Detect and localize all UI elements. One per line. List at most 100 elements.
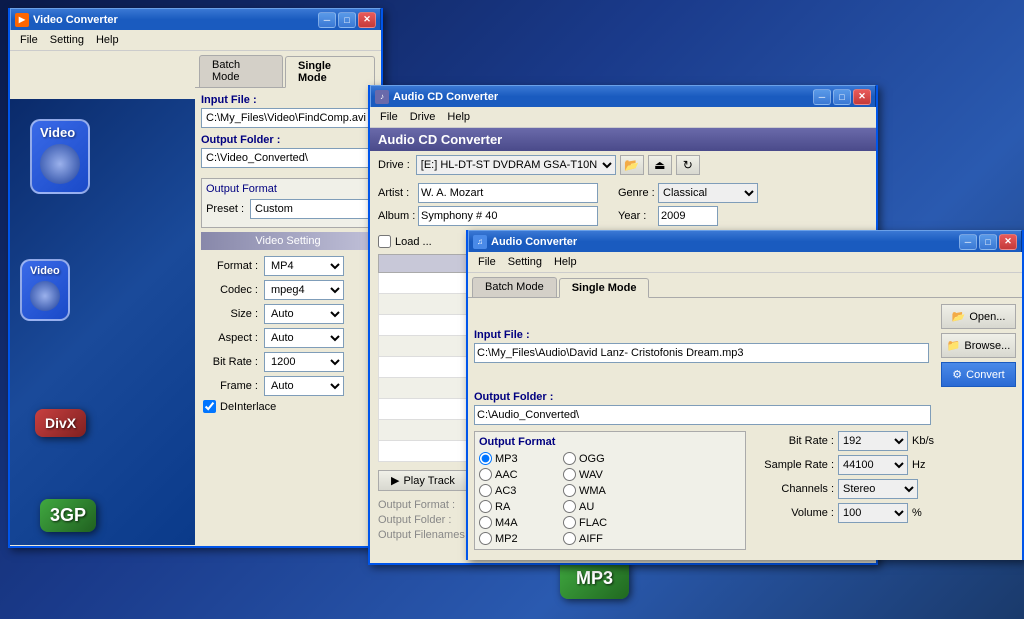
drive-btn-open[interactable]: 📂 <box>620 155 644 175</box>
audio-cd-maximize[interactable]: □ <box>833 89 851 105</box>
bitrate-setting-select[interactable]: 192 128 256 320 <box>838 431 908 451</box>
close-button[interactable]: ✕ <box>358 12 376 28</box>
audio-cd-minimize[interactable]: ─ <box>813 89 831 105</box>
frame-select[interactable]: Auto 25 30 <box>264 376 344 396</box>
aspect-select[interactable]: Auto 4:3 16:9 <box>264 328 344 348</box>
radio-mp3-input[interactable] <box>479 452 492 465</box>
play-track-button[interactable]: ▶ Play Track <box>378 470 468 491</box>
ac-maximize[interactable]: □ <box>979 234 997 250</box>
open-button[interactable]: 📂 Open... <box>941 304 1016 329</box>
output-folder-label: Output Folder : <box>201 134 375 146</box>
radio-au-input[interactable] <box>563 500 576 513</box>
video-badge-2: Video <box>20 259 70 321</box>
ac-minimize[interactable]: ─ <box>959 234 977 250</box>
genre-label: Genre : <box>618 187 658 199</box>
output-format-section: Output Format Preset : <box>201 178 375 228</box>
channels-setting-label: Channels : <box>754 483 834 495</box>
ac-menu-help[interactable]: Help <box>548 254 583 270</box>
ac-input-file[interactable] <box>474 343 929 363</box>
radio-m4a-input[interactable] <box>479 516 492 529</box>
ac-titlebar-buttons: ─ □ ✕ <box>959 234 1017 250</box>
input-file-input[interactable] <box>201 108 375 128</box>
album-field: Album : <box>378 206 598 226</box>
audio-cd-app-icon: ♪ <box>375 90 389 104</box>
radio-wav-label: WAV <box>579 469 603 481</box>
preset-input[interactable] <box>250 199 370 219</box>
menu-help[interactable]: Help <box>90 32 125 48</box>
year-input[interactable] <box>658 206 718 226</box>
radio-wma-input[interactable] <box>563 484 576 497</box>
minimize-button[interactable]: ─ <box>318 12 336 28</box>
ac-output-folder-row: Output Folder : <box>474 391 1016 425</box>
radio-ra-input[interactable] <box>479 500 492 513</box>
codec-select[interactable]: mpeg4 h264 <box>264 280 344 300</box>
ac-close[interactable]: ✕ <box>999 234 1017 250</box>
video-disc-2 <box>30 281 60 311</box>
vc-left-panel: Video Video DivX 3GP <box>10 99 195 545</box>
drive-btn-eject[interactable]: ⏏ <box>648 155 672 175</box>
ac-format-section: Output Format MP3 OGG AAC <box>474 431 746 550</box>
bitrate-row: Bit Rate : 1200 800 1500 <box>203 352 373 372</box>
output-folder-input[interactable] <box>201 148 375 168</box>
ac-tab-batch[interactable]: Batch Mode <box>472 277 557 297</box>
ac-menu-file[interactable]: File <box>472 254 502 270</box>
bitrate-select[interactable]: 1200 800 1500 <box>264 352 344 372</box>
radio-aac-input[interactable] <box>479 468 492 481</box>
album-input[interactable] <box>418 206 598 226</box>
samplerate-setting: Sample Rate : 44100 22050 48000 Hz <box>754 455 1016 475</box>
radio-flac-input[interactable] <box>563 516 576 529</box>
radio-m4a-label: M4A <box>495 517 518 529</box>
ac-tab-single[interactable]: Single Mode <box>559 278 650 298</box>
menu-setting[interactable]: Setting <box>44 32 90 48</box>
samplerate-select[interactable]: 44100 22050 48000 <box>838 455 908 475</box>
radio-mp2: MP2 <box>479 532 559 545</box>
radio-wav-input[interactable] <box>563 468 576 481</box>
ac-content: Input File : 📂 Open... 📁 Browse... ⚙ Con… <box>468 297 1022 560</box>
ac-menu-setting[interactable]: Setting <box>502 254 548 270</box>
convert-button[interactable]: ⚙ Convert <box>941 362 1016 387</box>
genre-select[interactable]: Classical <box>658 183 758 203</box>
ac-format-grid: MP3 OGG AAC WAV <box>479 452 741 545</box>
drive-btn-refresh[interactable]: ↻ <box>676 155 700 175</box>
bitrate-setting: Bit Rate : 192 128 256 320 Kb/s <box>754 431 1016 451</box>
size-select[interactable]: Auto 640x480 <box>264 304 344 324</box>
volume-select[interactable]: 100 80 120 <box>838 503 908 523</box>
radio-m4a: M4A <box>479 516 559 529</box>
audio-converter-window: ♫ Audio Converter ─ □ ✕ File Setting Hel… <box>466 230 1024 560</box>
artist-input[interactable] <box>418 183 598 203</box>
convert-label: Convert <box>966 369 1005 381</box>
aspect-row: Aspect : Auto 4:3 16:9 <box>203 328 373 348</box>
bitrate-unit: Kb/s <box>912 435 934 447</box>
radio-ra-label: RA <box>495 501 510 513</box>
radio-aiff-input[interactable] <box>563 532 576 545</box>
ac-settings-section: Bit Rate : 192 128 256 320 Kb/s Sample R… <box>754 431 1016 554</box>
vc-tab-content: Input File : Output Folder : Output Form… <box>195 87 381 425</box>
video-converter-title: Video Converter <box>33 14 318 26</box>
ac-output-folder[interactable] <box>474 405 931 425</box>
open-label: Open... <box>969 311 1005 323</box>
deinterlace-checkbox[interactable] <box>203 400 216 413</box>
video-settings-content: Format : MP4 AVI WMV Codec : mpeg4 h264 <box>201 254 375 419</box>
audio-cd-menu-help[interactable]: Help <box>441 109 476 125</box>
app-icon: ▶ <box>15 13 29 27</box>
audio-converter-titlebar: ♫ Audio Converter ─ □ ✕ <box>468 230 1022 252</box>
audio-cd-close[interactable]: ✕ <box>853 89 871 105</box>
browse-icon: 📁 <box>947 339 961 352</box>
radio-flac: FLAC <box>563 516 643 529</box>
channels-select[interactable]: Stereo Mono <box>838 479 918 499</box>
maximize-button[interactable]: □ <box>338 12 356 28</box>
tab-batch-mode[interactable]: Batch Mode <box>199 55 283 87</box>
radio-aac-label: AAC <box>495 469 518 481</box>
tab-single-mode[interactable]: Single Mode <box>285 56 375 88</box>
load-checkbox[interactable] <box>378 235 391 248</box>
radio-ac3-input[interactable] <box>479 484 492 497</box>
audio-cd-menubar: File Drive Help <box>370 107 876 128</box>
radio-mp2-input[interactable] <box>479 532 492 545</box>
audio-cd-menu-drive[interactable]: Drive <box>404 109 442 125</box>
radio-ogg-input[interactable] <box>563 452 576 465</box>
browse-button[interactable]: 📁 Browse... <box>941 333 1016 358</box>
audio-cd-menu-file[interactable]: File <box>374 109 404 125</box>
format-select[interactable]: MP4 AVI WMV <box>264 256 344 276</box>
menu-file[interactable]: File <box>14 32 44 48</box>
drive-select[interactable]: [E:] HL-DT-ST DVDRAM GSA-T10N PR03 <box>416 155 616 175</box>
